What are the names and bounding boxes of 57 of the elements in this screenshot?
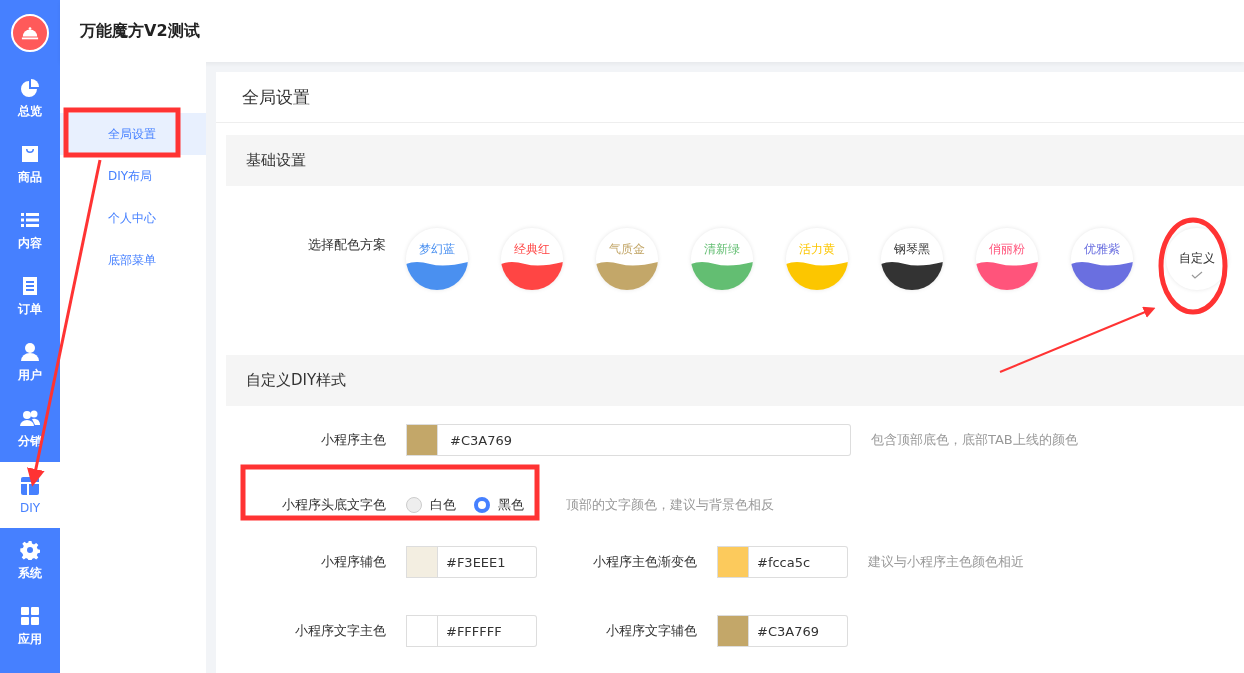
- color-input[interactable]: #F3EEE1: [438, 546, 537, 578]
- color-swatch[interactable]: [717, 546, 749, 578]
- color-scheme-option[interactable]: 梦幻蓝: [406, 228, 468, 290]
- nav-item[interactable]: 用户: [0, 330, 60, 396]
- color-scheme-option[interactable]: 俏丽粉: [976, 228, 1038, 290]
- nav-item[interactable]: 订单: [0, 264, 60, 330]
- bag-icon: [20, 144, 40, 164]
- hint-text: 顶部的文字颜色，建议与背景色相反: [566, 496, 774, 514]
- radio-label[interactable]: 黑色: [498, 496, 524, 514]
- nav-item[interactable]: 内容: [0, 198, 60, 264]
- section-header: 基础设置: [226, 135, 1244, 186]
- color-scheme-option[interactable]: 优雅紫: [1071, 228, 1133, 290]
- color-swatch[interactable]: [406, 615, 438, 647]
- nav-item[interactable]: 商品: [0, 132, 60, 198]
- user-icon: [20, 342, 40, 362]
- logo-icon: [11, 14, 49, 52]
- app-title: 万能魔方V2测试: [80, 20, 200, 42]
- color-swatch[interactable]: [717, 615, 749, 647]
- nav-item[interactable]: 系统: [0, 528, 60, 594]
- color-swatch[interactable]: [406, 546, 438, 578]
- list-icon: [20, 210, 40, 230]
- radio-label[interactable]: 白色: [430, 496, 456, 514]
- radio-button[interactable]: [474, 497, 490, 513]
- field-label: 小程序文字辅色: [605, 622, 698, 640]
- radio-button[interactable]: [406, 497, 422, 513]
- field-label: 小程序主色渐变色: [592, 553, 698, 571]
- check-icon: [1191, 271, 1203, 279]
- color-input[interactable]: #C3A769: [749, 615, 848, 647]
- pie-icon: [20, 78, 40, 98]
- field-label: 小程序头底文字色: [281, 496, 387, 514]
- color-scheme-option[interactable]: 清新绿: [691, 228, 753, 290]
- color-scheme-option[interactable]: 经典红: [501, 228, 563, 290]
- color-input[interactable]: #fcca5c: [749, 546, 848, 578]
- field-label: 小程序辅色: [320, 553, 387, 571]
- hint-text: 包含顶部底色，底部TAB上线的颜色: [871, 431, 1078, 449]
- color-scheme-option[interactable]: 钢琴黑: [881, 228, 943, 290]
- page-title: 全局设置: [216, 72, 1244, 123]
- submenu-item[interactable]: 个人中心: [60, 197, 206, 239]
- gear-icon: [20, 540, 40, 560]
- users-icon: [20, 408, 40, 428]
- field-label: 小程序主色: [320, 431, 387, 449]
- nav-item[interactable]: 应用: [0, 594, 60, 660]
- submenu-item[interactable]: 底部菜单: [60, 239, 206, 281]
- color-swatch[interactable]: [406, 424, 438, 456]
- grid-icon: [20, 606, 40, 626]
- color-input[interactable]: #C3A769: [438, 424, 851, 456]
- submenu-item[interactable]: DIY布局: [60, 155, 206, 197]
- hint-text: 建议与小程序主色颜色相近: [868, 553, 1024, 571]
- field-label: 小程序文字主色: [294, 622, 387, 640]
- nav-item[interactable]: DIY: [0, 462, 60, 528]
- color-input[interactable]: #FFFFFF: [438, 615, 537, 647]
- nav-item[interactable]: 总览: [0, 66, 60, 132]
- layout-icon: [20, 475, 40, 496]
- field-label: 选择配色方案: [307, 236, 387, 254]
- color-scheme-option[interactable]: 气质金: [596, 228, 658, 290]
- section-header: 自定义DIY样式: [226, 355, 1244, 406]
- doc-icon: [20, 276, 40, 296]
